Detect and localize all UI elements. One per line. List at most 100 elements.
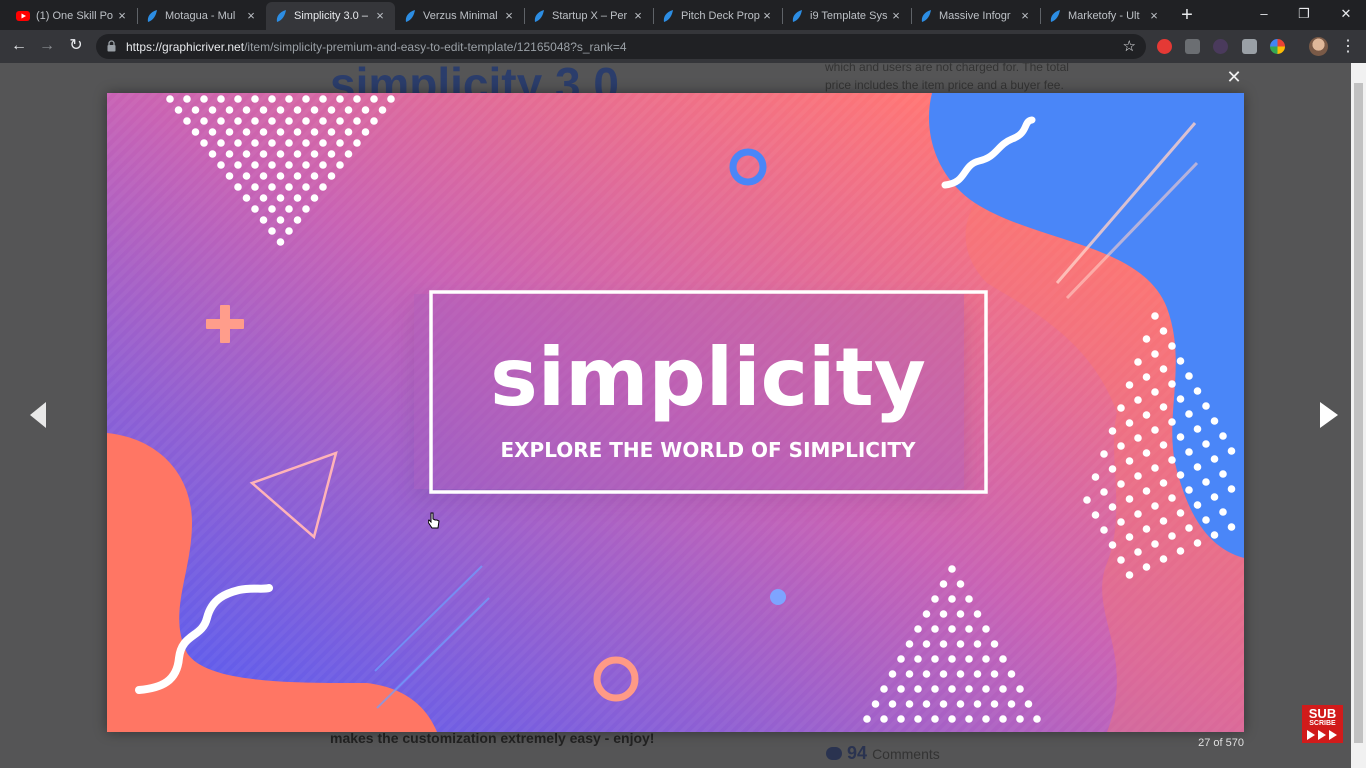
decor-dot <box>1159 517 1168 525</box>
decor-dot <box>242 150 251 158</box>
tab-close-icon[interactable]: × <box>1147 9 1161 23</box>
page-side-text-1: which and users are not charged for. The… <box>825 63 1069 74</box>
decor-dot <box>1151 540 1159 548</box>
decor-dot <box>1117 404 1125 412</box>
extension-k-icon[interactable] <box>1213 39 1228 54</box>
decor-dot <box>1168 342 1176 350</box>
minimize-button[interactable]: – <box>1244 0 1284 28</box>
previous-image-arrow-icon[interactable] <box>26 400 52 430</box>
tab-close-icon[interactable]: × <box>1018 9 1032 23</box>
decor-dot <box>939 700 948 708</box>
decor-dot <box>922 670 931 678</box>
decor-dot <box>931 655 939 663</box>
profile-avatar[interactable] <box>1309 37 1328 56</box>
decor-dot <box>1185 448 1193 456</box>
tab-close-icon[interactable]: × <box>244 9 258 23</box>
decor-dot <box>310 128 319 136</box>
decor-dot <box>1159 441 1168 449</box>
tab-verzus[interactable]: Verzus Minimal × <box>395 2 524 30</box>
bookmark-star-icon[interactable]: ☆ <box>1123 37 1136 55</box>
decor-dot <box>302 139 310 147</box>
comment-bubble-icon <box>826 747 842 760</box>
tab-close-icon[interactable]: × <box>631 9 645 23</box>
decor-dot <box>1117 518 1125 526</box>
tab-strip: (1) One Skill Po × Motagua - Mul × Simpl… <box>0 0 1366 30</box>
decor-dot <box>1142 525 1151 533</box>
new-tab-button[interactable]: + <box>1176 4 1198 26</box>
decor-dot <box>965 595 973 603</box>
decor-dot <box>1151 426 1159 434</box>
tab-close-icon[interactable]: × <box>760 9 774 23</box>
decor-dot <box>378 106 387 114</box>
browser-menu-icon[interactable]: ⋮ <box>1340 36 1356 56</box>
url-text[interactable]: https://graphicriver.net/item/simplicity… <box>126 40 627 54</box>
decor-dot <box>268 205 276 213</box>
decor-dot <box>948 715 956 723</box>
extension-box-icon[interactable] <box>1242 39 1257 54</box>
tab-massive-infographics[interactable]: Massive Infogr × <box>911 2 1040 30</box>
decor-dot <box>310 194 319 202</box>
decor-dot <box>1185 410 1193 418</box>
decor-dot <box>327 128 336 136</box>
subscribe-badge[interactable]: SUB SCRIBE <box>1302 705 1343 743</box>
decor-dot <box>1125 381 1134 389</box>
reload-button[interactable]: ↻ <box>65 35 87 57</box>
decor-dot <box>1108 541 1117 549</box>
decor-dot <box>956 700 965 708</box>
decor-dot <box>234 161 242 169</box>
decor-dot <box>293 128 302 136</box>
tab-close-icon[interactable]: × <box>502 9 516 23</box>
decor-dot <box>1007 670 1016 678</box>
forward-button[interactable]: → <box>36 35 58 57</box>
decor-dot <box>259 194 268 202</box>
extension-colorwheel-icon[interactable] <box>1270 39 1285 54</box>
tab-close-icon[interactable]: × <box>373 9 387 23</box>
lock-icon <box>107 40 116 52</box>
decor-dot <box>208 128 217 136</box>
tab-startup-x[interactable]: Startup X – Per × <box>524 2 653 30</box>
tab-i9-template[interactable]: i9 Template Sys × <box>782 2 911 30</box>
tab-motagua[interactable]: Motagua - Mul × <box>137 2 266 30</box>
decor-dot <box>1151 350 1159 358</box>
tab-one-skill[interactable]: (1) One Skill Po × <box>8 2 137 30</box>
decor-dot <box>931 625 939 633</box>
scrollbar-thumb[interactable] <box>1354 83 1363 743</box>
decor-dot <box>276 128 285 136</box>
decor-dot <box>931 715 939 723</box>
decor-dot <box>1108 503 1117 511</box>
restore-button[interactable]: ❐ <box>1284 0 1324 28</box>
extension-code-icon[interactable] <box>1185 39 1200 54</box>
preview-image[interactable]: simplicity EXPLORE THE WORLD OF SIMPLICI… <box>107 93 1244 732</box>
browser-toolbar: ← → ↻ https://graphicriver.net/item/simp… <box>0 30 1366 63</box>
decor-dot <box>914 685 922 693</box>
next-image-arrow-icon[interactable] <box>1316 400 1342 430</box>
decor-dot <box>353 139 361 147</box>
decor-dot <box>1210 531 1219 539</box>
preview-title: simplicity <box>490 331 926 424</box>
tab-marketofy[interactable]: Marketofy - Ult × <box>1040 2 1169 30</box>
address-bar[interactable]: https://graphicriver.net/item/simplicity… <box>96 34 1146 59</box>
decor-dot <box>948 595 956 603</box>
url-host: https://graphicriver.net <box>126 40 245 54</box>
tab-close-icon[interactable]: × <box>889 9 903 23</box>
decor-dot <box>276 150 285 158</box>
decor-dot <box>1176 471 1185 479</box>
tab-close-icon[interactable]: × <box>115 9 129 23</box>
decor-dot <box>183 95 191 103</box>
decor-dot <box>1193 463 1202 471</box>
page-scrollbar[interactable] <box>1351 63 1366 768</box>
back-button[interactable]: ← <box>8 35 30 57</box>
decor-dot <box>251 95 259 103</box>
lightbox-close-button[interactable]: ✕ <box>1225 67 1243 88</box>
decor-dot <box>1142 449 1151 457</box>
decor-dot <box>973 670 982 678</box>
window-close-button[interactable]: ✕ <box>1326 0 1366 28</box>
tab-pitch-deck[interactable]: Pitch Deck Prop × <box>653 2 782 30</box>
decor-dot <box>1134 434 1142 442</box>
image-counter: 27 of 570 <box>1198 737 1244 749</box>
extension-red-icon[interactable] <box>1157 39 1172 54</box>
tab-simplicity[interactable]: Simplicity 3.0 – × <box>266 2 395 30</box>
decor-dot <box>336 161 344 169</box>
decor-dot <box>1016 685 1024 693</box>
decor-dot <box>344 128 353 136</box>
